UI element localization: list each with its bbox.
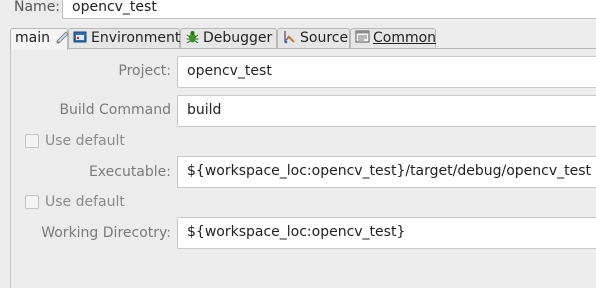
working-directory-label: Working Direcotry: xyxy=(41,225,171,241)
executable-field[interactable]: ${workspace_loc:opencv_test}/target/debu… xyxy=(177,156,596,188)
tab-main-label: main xyxy=(15,30,50,46)
executable-label: Executable: xyxy=(88,164,171,180)
tab-debugger[interactable]: Debugger xyxy=(180,28,277,49)
tab-common-label: Common xyxy=(373,30,437,46)
use-default-checkbox-1[interactable] xyxy=(25,134,39,148)
build-command-field[interactable]: build xyxy=(177,95,596,127)
tab-environment[interactable]: Environment xyxy=(68,28,180,49)
name-label: Name: xyxy=(14,0,61,15)
working-directory-field[interactable]: ${workspace_loc:opencv_test} xyxy=(177,217,596,249)
use-default-checkbox-2[interactable] xyxy=(25,195,39,209)
bug-icon xyxy=(185,30,200,44)
build-command-label: Build Command xyxy=(59,102,171,118)
source-icon xyxy=(282,30,297,44)
name-input[interactable]: opencv_test xyxy=(62,0,596,19)
common-icon xyxy=(355,30,370,44)
tab-debugger-label: Debugger xyxy=(203,30,273,46)
project-field[interactable]: opencv_test xyxy=(177,56,596,88)
name-row: Name: opencv_test xyxy=(0,0,596,22)
use-default-label-2: Use default xyxy=(45,194,125,210)
tab-common[interactable]: Common xyxy=(350,28,436,49)
tab-environment-label: Environment xyxy=(91,30,181,46)
tab-source-label: Source xyxy=(300,30,349,46)
project-label: Project: xyxy=(118,63,171,79)
tab-bar: main Environment Debugger Source Common xyxy=(10,28,596,50)
use-default-label-1: Use default xyxy=(45,133,125,149)
main-tab-icon xyxy=(56,30,70,44)
tab-main[interactable]: main xyxy=(10,28,70,50)
environment-icon xyxy=(73,30,88,44)
tab-source[interactable]: Source xyxy=(277,28,350,49)
